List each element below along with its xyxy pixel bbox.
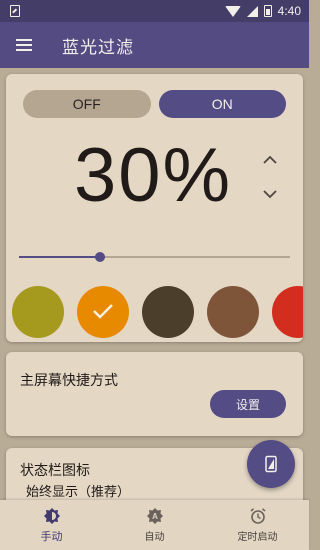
- color-swatch[interactable]: [77, 286, 129, 338]
- check-icon: [93, 304, 113, 319]
- status-icon-value: 始终显示（推荐）: [26, 485, 131, 500]
- off-button[interactable]: OFF: [23, 90, 151, 118]
- shortcut-title: 主屏幕快捷方式: [20, 373, 118, 389]
- on-off-toggle: OFF ON: [23, 90, 286, 118]
- page-title: 蓝光过滤: [62, 37, 134, 58]
- signal-icon: [246, 5, 258, 17]
- status-icon-title: 状态栏图标: [20, 463, 90, 479]
- slider-fill: [19, 256, 101, 258]
- shortcut-card: 主屏幕快捷方式 设置: [6, 352, 303, 436]
- intensity-slider[interactable]: [19, 250, 290, 264]
- wifi-icon: [224, 5, 241, 17]
- color-swatch[interactable]: [207, 286, 259, 338]
- color-swatch[interactable]: [272, 286, 303, 338]
- status-bar: 4:40: [0, 0, 309, 22]
- nav-auto-label: 自动: [144, 532, 165, 543]
- nav-auto[interactable]: A 自动: [103, 500, 206, 550]
- color-swatches: [12, 286, 303, 338]
- on-button[interactable]: ON: [158, 90, 286, 118]
- bottom-nav: 手动 A 自动 定时启动: [0, 500, 309, 550]
- set-shortcut-button[interactable]: 设置: [210, 390, 286, 418]
- menu-icon[interactable]: [0, 22, 48, 68]
- nav-schedule[interactable]: 定时启动: [206, 500, 309, 550]
- intensity-readout: 30%: [74, 133, 233, 218]
- alarm-clock-icon: [249, 508, 266, 524]
- notification-icon: [10, 5, 20, 17]
- status-time: 4:40: [277, 4, 301, 18]
- brightness-icon: [43, 507, 60, 524]
- svg-text:A: A: [152, 512, 158, 521]
- decrease-arrow-icon[interactable]: [262, 186, 278, 202]
- auto-brightness-icon: A: [146, 508, 163, 524]
- app-bar: 蓝光过滤: [0, 22, 309, 68]
- battery-icon: [263, 5, 272, 17]
- nav-manual-label: 手动: [40, 529, 63, 543]
- slider-thumb[interactable]: [95, 252, 106, 262]
- filter-card: OFF ON 30%: [6, 74, 303, 342]
- color-swatch[interactable]: [142, 286, 194, 338]
- nav-schedule-label: 定时启动: [237, 532, 278, 543]
- phone-filter-icon: [265, 455, 277, 473]
- color-swatch[interactable]: [12, 286, 64, 338]
- increase-arrow-icon[interactable]: [262, 152, 278, 168]
- floating-action-button[interactable]: [247, 440, 295, 488]
- nav-manual[interactable]: 手动: [0, 500, 103, 550]
